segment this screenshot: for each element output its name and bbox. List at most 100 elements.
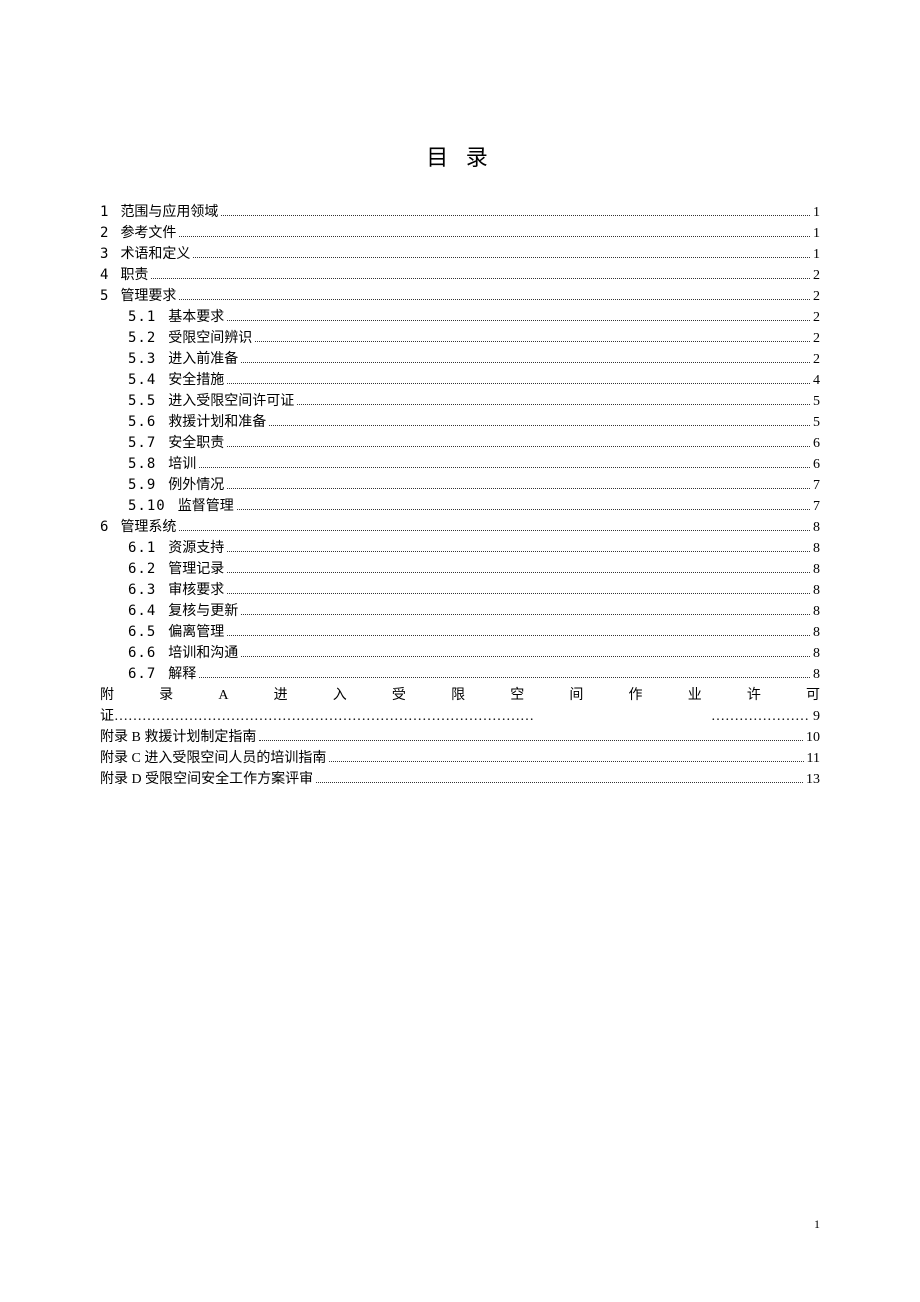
toc-entry-number: 3 (100, 244, 120, 265)
toc-appendix-a-char: 入 (333, 685, 347, 706)
toc-entry: 5.3进入前准备2 (100, 349, 820, 370)
toc-leader-dots (237, 503, 810, 510)
toc-entry-page: 6 (813, 454, 820, 475)
toc-appendix-label: 附录 D 受限空间安全工作方案评审 (100, 769, 313, 790)
toc-entry-page: 1 (813, 202, 820, 223)
toc-appendix-a-char: 受 (392, 685, 406, 706)
toc-appendix-a-char: 间 (569, 685, 583, 706)
toc-entry-number: 5.9 (100, 475, 168, 496)
toc-appendix-a-char: 许 (747, 685, 761, 706)
toc-leader-dots (255, 335, 810, 342)
toc-leader-dots (227, 440, 810, 447)
toc-entry-label: 职责 (120, 265, 148, 286)
toc-entry-page: 8 (813, 517, 820, 538)
toc-appendix-a-char: A (218, 685, 228, 706)
toc-entry: 5.4安全措施4 (100, 370, 820, 391)
toc-entry-label: 范围与应用领域 (120, 202, 218, 223)
toc-leader-dots (241, 650, 810, 657)
toc-appendix-a-char: 可 (806, 685, 820, 706)
toc-entry-page: 5 (813, 391, 820, 412)
toc-entry: 3术语和定义1 (100, 244, 820, 265)
toc-entry-number: 5.4 (100, 370, 168, 391)
toc-entry-page: 8 (813, 643, 820, 664)
toc-entry: 5.2受限空间辨识2 (100, 328, 820, 349)
toc-appendix-a-page: 9 (813, 706, 820, 727)
toc-entry-label: 偏离管理 (168, 622, 224, 643)
toc-entry-number: 6.1 (100, 538, 168, 559)
toc-entry: 4职责2 (100, 265, 820, 286)
toc-leader-dots (179, 293, 810, 300)
toc-leader-dots (241, 608, 810, 615)
toc-entry: 6管理系统8 (100, 517, 820, 538)
toc-entry-label: 救援计划和准备 (168, 412, 266, 433)
toc-entry-page: 8 (813, 580, 820, 601)
toc-appendix-a-leader2: ………………… (711, 706, 809, 727)
toc-appendix-entry: 附录 B 救援计划制定指南 10 (100, 727, 820, 748)
toc-entry-page: 5 (813, 412, 820, 433)
toc-leader-dots (241, 356, 810, 363)
toc-entry-number: 6.2 (100, 559, 168, 580)
toc-appendix-label: 附录 C 进入受限空间人员的培训指南 (100, 748, 326, 769)
toc-entry-number: 5.6 (100, 412, 168, 433)
toc-entry-label: 例外情况 (168, 475, 224, 496)
toc-entry-label: 解释 (168, 664, 196, 685)
toc-appendix-page: 13 (806, 769, 820, 790)
toc-entry: 2参考文件1 (100, 223, 820, 244)
toc-entry-page: 7 (813, 496, 820, 517)
toc-entry-label: 术语和定义 (120, 244, 190, 265)
toc-entry: 6.5偏离管理8 (100, 622, 820, 643)
toc-entry-page: 2 (813, 328, 820, 349)
toc-entry-label: 安全职责 (168, 433, 224, 454)
toc-appendix-a-char: 作 (629, 685, 643, 706)
toc-entry-number: 6 (100, 517, 120, 538)
toc-entry-page: 2 (813, 307, 820, 328)
toc-entry: 5.9例外情况 7 (100, 475, 820, 496)
toc-entry: 1范围与应用领域1 (100, 202, 820, 223)
page: 目 录 1范围与应用领域12参考文件13术语和定义14职责25管理要求25.1基… (0, 0, 920, 1302)
toc-entry-page: 2 (813, 286, 820, 307)
toc-entry-page: 8 (813, 538, 820, 559)
toc-appendix-a-char: 录 (159, 685, 173, 706)
toc-appendix-a-char: 空 (510, 685, 524, 706)
toc-entry-number: 5 (100, 286, 120, 307)
toc-entry-label: 审核要求 (168, 580, 224, 601)
toc-entry-label: 安全措施 (168, 370, 224, 391)
toc-appendix-a-char: 附 (100, 685, 114, 706)
toc-entry-page: 7 (813, 475, 820, 496)
toc-entry-number: 5.1 (100, 307, 168, 328)
toc-entry: 6.4复核与更新8 (100, 601, 820, 622)
toc-entry-page: 8 (813, 559, 820, 580)
toc-entry-number: 2 (100, 223, 120, 244)
toc-entry: 5.8培训6 (100, 454, 820, 475)
toc-entry-label: 复核与更新 (168, 601, 238, 622)
toc-entry-number: 6.4 (100, 601, 168, 622)
toc-appendix-a-prefix: 证……………………………………………………………………………… (100, 706, 534, 727)
toc-appendix-a-char: 业 (688, 685, 702, 706)
toc-leader-dots (227, 482, 810, 489)
toc-entry-page: 1 (813, 223, 820, 244)
toc-entry: 5.10监督管理7 (100, 496, 820, 517)
toc-entry-number: 6.6 (100, 643, 168, 664)
toc-entry-number: 5.3 (100, 349, 168, 370)
toc-entry: 6.2管理记录8 (100, 559, 820, 580)
toc-leader-dots (227, 545, 810, 552)
toc-appendix-page: 11 (807, 748, 820, 769)
toc-leader-dots (193, 251, 810, 258)
toc-appendix-a-char: 限 (451, 685, 465, 706)
toc-entry-number: 5.2 (100, 328, 168, 349)
toc-entry: 5.6救援计划和准备 5 (100, 412, 820, 433)
toc-leader-dots (179, 524, 810, 531)
toc-leader-dots (227, 629, 810, 636)
toc-appendix-page: 10 (806, 727, 820, 748)
toc-entry-number: 5.5 (100, 391, 168, 412)
toc-entry: 5.5进入受限空间许可证5 (100, 391, 820, 412)
toc-leader-dots (316, 776, 803, 783)
toc-appendix-label: 附录 B 救援计划制定指南 (100, 727, 256, 748)
toc-entry: 6.3审核要求8 (100, 580, 820, 601)
table-of-contents: 1范围与应用领域12参考文件13术语和定义14职责25管理要求25.1基本要求2… (100, 202, 820, 790)
toc-entry-label: 资源支持 (168, 538, 224, 559)
toc-entry-page: 8 (813, 622, 820, 643)
toc-appendix-a-line1: 附录A进入受限空间作业许可 (100, 685, 820, 706)
toc-leader-dots (199, 461, 810, 468)
toc-leader-dots (227, 377, 810, 384)
